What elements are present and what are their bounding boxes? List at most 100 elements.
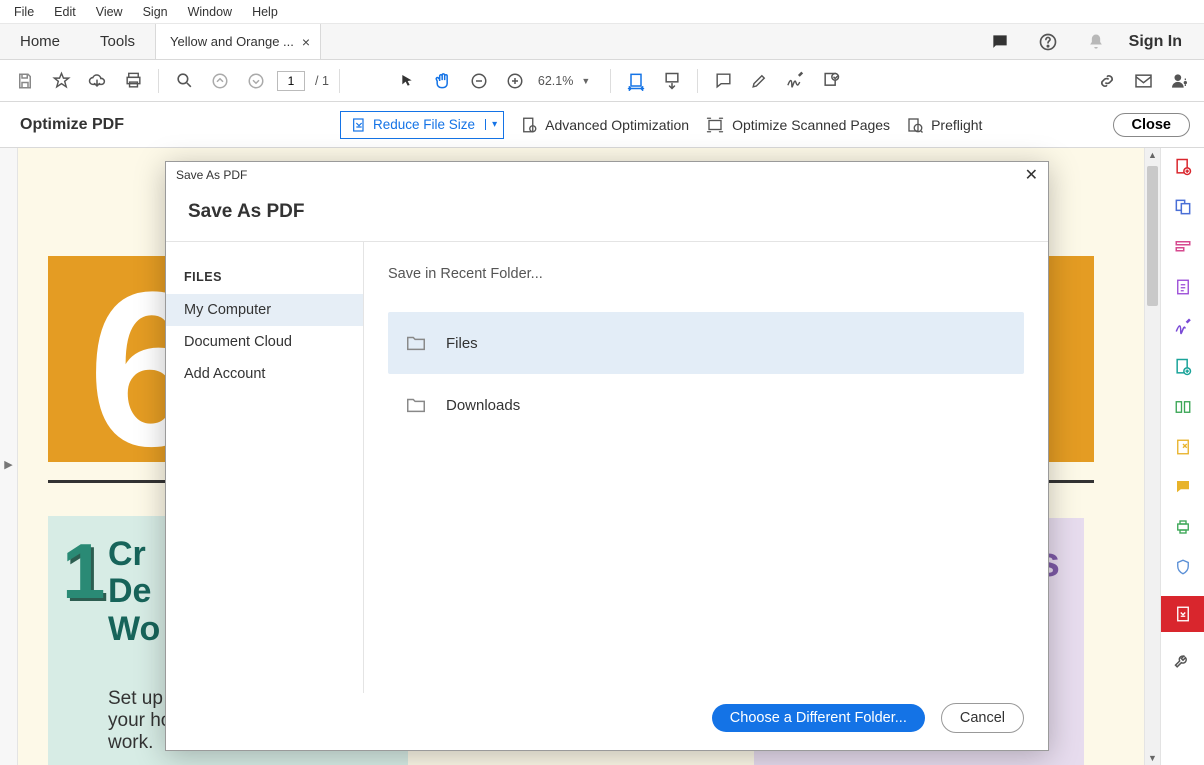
rail-protect-icon[interactable] xyxy=(1172,556,1194,578)
vertical-scrollbar[interactable]: ▲ ▼ xyxy=(1144,148,1160,765)
preflight-label: Preflight xyxy=(931,117,982,133)
separator xyxy=(339,69,340,93)
reduce-icon xyxy=(351,117,367,133)
left-panel-toggle[interactable]: ▶ xyxy=(0,148,18,765)
zoom-dropdown-icon[interactable]: ▼ xyxy=(581,76,590,86)
rail-export-icon[interactable] xyxy=(1172,276,1194,298)
zoom-in-icon[interactable] xyxy=(500,66,530,96)
page-number-input[interactable] xyxy=(277,71,305,91)
tabs-bar: Home Tools Yellow and Orange ... × Sign … xyxy=(0,24,1204,60)
tab-close-icon[interactable]: × xyxy=(302,34,310,50)
bell-icon[interactable] xyxy=(1081,27,1111,57)
user-share-icon[interactable] xyxy=(1164,66,1194,96)
folder-row-downloads[interactable]: Downloads xyxy=(388,374,1024,436)
folder-label: Files xyxy=(446,335,478,352)
dialog-footer: Choose a Different Folder... Cancel xyxy=(166,686,1048,750)
recent-folder-label: Save in Recent Folder... xyxy=(388,266,1024,282)
sidebar-item-document-cloud[interactable]: Document Cloud xyxy=(166,326,363,358)
menu-sign[interactable]: Sign xyxy=(133,3,178,21)
pointer-icon[interactable] xyxy=(392,66,422,96)
preflight-button[interactable]: Preflight xyxy=(906,116,982,134)
scroll-thumb[interactable] xyxy=(1147,166,1158,306)
chat-icon[interactable] xyxy=(985,27,1015,57)
page-total-label: / 1 xyxy=(315,74,329,88)
star-icon[interactable] xyxy=(46,66,76,96)
rail-more-tools-icon[interactable] xyxy=(1172,650,1194,672)
rail-redact-icon[interactable] xyxy=(1172,436,1194,458)
menu-view[interactable]: View xyxy=(86,3,133,21)
doc-title-line1: Cr xyxy=(108,535,146,573)
cloud-share-icon[interactable] xyxy=(82,66,112,96)
doc-title-line2: De xyxy=(108,572,151,610)
sidebar-item-add-account[interactable]: Add Account xyxy=(166,358,363,390)
document-gear-icon xyxy=(520,116,538,134)
mail-icon[interactable] xyxy=(1128,66,1158,96)
choose-different-folder-button[interactable]: Choose a Different Folder... xyxy=(712,704,925,732)
dialog-titlebar: Save As PDF ✕ xyxy=(166,162,1048,187)
advanced-optimization-button[interactable]: Advanced Optimization xyxy=(520,116,689,134)
reduce-file-size-button[interactable]: Reduce File Size ▾ xyxy=(340,111,504,139)
rail-compare-icon[interactable] xyxy=(1172,396,1194,418)
optimize-pdf-title: Optimize PDF xyxy=(14,116,124,134)
tab-document-label: Yellow and Orange ... xyxy=(170,34,294,49)
rail-edit-icon[interactable] xyxy=(1172,236,1194,258)
rail-sign-pen-icon[interactable] xyxy=(1172,316,1194,338)
folder-icon xyxy=(404,332,428,354)
cancel-button[interactable]: Cancel xyxy=(941,703,1024,733)
fit-width-icon[interactable] xyxy=(621,66,651,96)
tab-home[interactable]: Home xyxy=(0,24,80,59)
folder-icon xyxy=(404,394,428,416)
stamp-icon[interactable] xyxy=(816,66,846,96)
preflight-icon xyxy=(906,116,924,134)
dialog-heading: Save As PDF xyxy=(166,187,1048,241)
dialog-sidebar: FILES My Computer Document Cloud Add Acc… xyxy=(166,241,364,693)
separator xyxy=(158,69,159,93)
hand-icon[interactable] xyxy=(428,66,458,96)
tab-tools[interactable]: Tools xyxy=(80,24,155,59)
search-icon[interactable] xyxy=(169,66,199,96)
comment-icon[interactable] xyxy=(708,66,738,96)
menu-bar: File Edit View Sign Window Help xyxy=(0,0,1204,24)
dialog-close-icon[interactable]: ✕ xyxy=(1025,165,1038,185)
save-icon[interactable] xyxy=(10,66,40,96)
page-down-icon[interactable] xyxy=(241,66,271,96)
menu-file[interactable]: File xyxy=(4,3,44,21)
zoom-value[interactable]: 62.1% xyxy=(538,74,573,88)
optimize-scanned-button[interactable]: Optimize Scanned Pages xyxy=(705,116,890,134)
dialog-window-title: Save As PDF xyxy=(176,168,247,182)
zoom-out-icon[interactable] xyxy=(464,66,494,96)
scroll-up-icon[interactable]: ▲ xyxy=(1145,150,1160,160)
menu-window[interactable]: Window xyxy=(178,3,242,21)
tools-rail xyxy=(1160,148,1204,765)
scroll-down-icon[interactable]: ▼ xyxy=(1145,753,1160,763)
tab-document[interactable]: Yellow and Orange ... × xyxy=(155,24,321,59)
folder-row-files[interactable]: Files xyxy=(388,312,1024,374)
separator xyxy=(610,69,611,93)
link-icon[interactable] xyxy=(1092,66,1122,96)
reduce-label: Reduce File Size xyxy=(373,117,475,132)
rail-combine-icon[interactable] xyxy=(1172,196,1194,218)
sign-in-button[interactable]: Sign In xyxy=(1129,33,1182,51)
help-icon[interactable] xyxy=(1033,27,1063,57)
rail-comment-tool-icon[interactable] xyxy=(1172,476,1194,498)
close-panel-button[interactable]: Close xyxy=(1113,113,1191,137)
reduce-dropdown-icon[interactable]: ▾ xyxy=(485,119,503,130)
rail-optimize-active-icon[interactable] xyxy=(1161,596,1204,632)
page-up-icon[interactable] xyxy=(205,66,235,96)
optimize-toolbar: Optimize PDF Reduce File Size ▾ Advanced… xyxy=(0,102,1204,148)
advanced-label: Advanced Optimization xyxy=(545,117,689,133)
rail-print-prod-icon[interactable] xyxy=(1172,516,1194,538)
sign-icon[interactable] xyxy=(780,66,810,96)
print-icon[interactable] xyxy=(118,66,148,96)
fit-page-icon[interactable] xyxy=(657,66,687,96)
menu-help[interactable]: Help xyxy=(242,3,288,21)
menu-edit[interactable]: Edit xyxy=(44,3,86,21)
sidebar-files-heading: FILES xyxy=(166,270,363,294)
sidebar-item-my-computer[interactable]: My Computer xyxy=(166,294,363,326)
folder-label: Downloads xyxy=(446,397,520,414)
separator xyxy=(697,69,698,93)
rail-organize-icon[interactable] xyxy=(1172,356,1194,378)
highlight-icon[interactable] xyxy=(744,66,774,96)
rail-create-pdf-icon[interactable] xyxy=(1172,156,1194,178)
scan-icon xyxy=(705,116,725,134)
